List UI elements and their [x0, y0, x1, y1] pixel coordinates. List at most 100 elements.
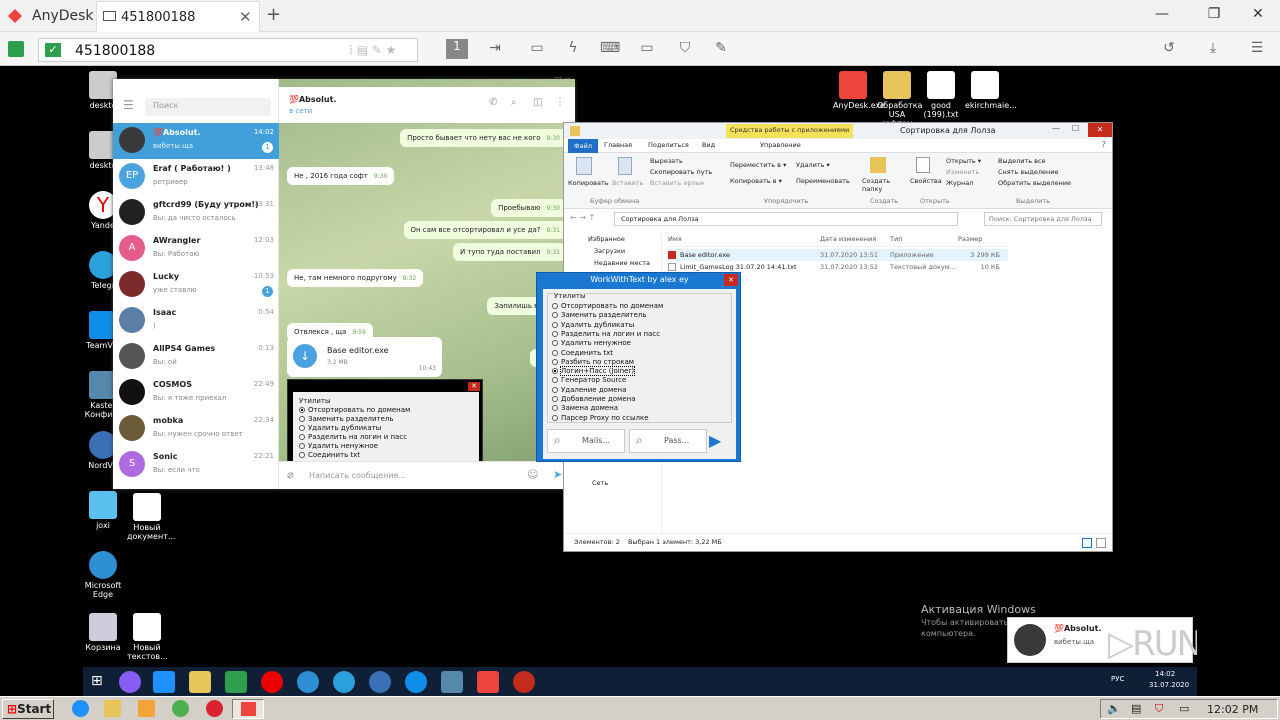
pass-button[interactable]: ⌕ Pass... — [629, 429, 707, 453]
search-icon[interactable]: ⌕ — [511, 97, 517, 108]
chat-list-item[interactable]: Lucky уже ставлю 10:53 1 — [113, 267, 279, 303]
search-input[interactable]: Поиск — [145, 98, 271, 116]
chat-icon[interactable]: ▭ — [528, 40, 546, 58]
media-icon[interactable] — [138, 700, 155, 717]
opera-icon[interactable] — [206, 700, 223, 717]
host-clock[interactable]: 12:02 PM — [1207, 703, 1258, 716]
paste-button[interactable]: Вставить — [612, 179, 643, 187]
close-button[interactable]: ✕ — [1088, 123, 1112, 137]
details-view-icon[interactable] — [1082, 538, 1092, 548]
minimize-button[interactable]: — — [1052, 124, 1060, 133]
minimize-button[interactable]: — — [1152, 6, 1172, 22]
utility-option[interactable]: Удалить ненужное — [552, 339, 631, 347]
message-input[interactable]: Написать сообщение... — [309, 471, 406, 480]
tab-home[interactable]: Главная — [604, 141, 632, 149]
utility-option[interactable]: Удалить дубликаты — [552, 321, 634, 329]
shield-icon[interactable]: ⛉ — [676, 40, 694, 58]
desktop-icon[interactable]: Новый текстов... — [127, 613, 168, 661]
download-icon[interactable]: ⤓ — [1204, 40, 1222, 58]
copy-to-button[interactable]: Копировать в ▾ — [730, 177, 782, 185]
col-type[interactable]: Тип — [890, 235, 902, 243]
tab-manage[interactable]: Управление — [760, 141, 801, 149]
speaker-icon[interactable]: 🔈 — [1107, 702, 1121, 715]
image-preview[interactable]: ✕ Утилиты Отсортировать по доменам Замени… — [287, 379, 483, 464]
clock-time[interactable]: 14:02 — [1155, 670, 1175, 678]
tab-file[interactable]: Файл — [568, 139, 598, 153]
pen-icon[interactable]: ✎ — [712, 40, 730, 58]
desktop-icon[interactable]: Microsoft Edge — [83, 551, 123, 599]
anydesk-icon[interactable] — [477, 671, 499, 693]
chat-list-item[interactable]: EP Eraf ( Работаю! ) ретривер 13:48 — [113, 159, 279, 195]
utility-option[interactable]: Разделить на логин и пасс — [552, 330, 660, 338]
rename-button[interactable]: Переименовать — [796, 177, 850, 185]
windows-start-icon[interactable]: ⊞ — [91, 673, 103, 689]
monitor-icon[interactable]: ▭ — [1179, 702, 1189, 715]
copy-path-button[interactable]: Скопировать путь — [650, 168, 712, 176]
move-to-button[interactable]: Переместить в ▾ — [730, 161, 786, 169]
utility-option[interactable]: Удаление домена — [552, 386, 626, 394]
file-message[interactable]: ↓ Base editor.exe 3.2 MB 10:43 — [287, 337, 442, 377]
close-button[interactable]: ✕ — [724, 274, 738, 286]
utility-option[interactable]: Логин+Пасс (Joiner) — [552, 366, 636, 377]
outgoing-message[interactable]: Просто бывает что нету вас не кого 9:30 — [400, 129, 567, 147]
chat-list-item[interactable]: Isaac) 0:54 — [113, 303, 279, 339]
utility-option[interactable]: Замена домена — [552, 404, 618, 412]
chat-list-item[interactable]: gftcrd99 (Буду утром!) Вы: да чисто остал… — [113, 195, 279, 231]
tab-remote-session[interactable]: 451800188 ✕ — [96, 1, 260, 32]
address-bar[interactable]: Сортировка для Лолза — [614, 212, 958, 226]
utility-option[interactable]: Заменить разделитель — [552, 311, 647, 319]
desktop-icon[interactable]: Обработка USA софтом — [877, 71, 922, 128]
edit-button[interactable]: Изменить — [946, 168, 979, 176]
download-icon[interactable]: ↓ — [293, 344, 317, 368]
telegram-notification[interactable]: 💯Absolut. вибеты.ща ▷RUN — [1007, 617, 1197, 664]
col-size[interactable]: Размер — [958, 235, 982, 243]
mails-button[interactable]: ⌕ Mails... — [547, 429, 625, 453]
actions-lightning-icon[interactable]: ϟ — [564, 40, 582, 58]
properties-button[interactable]: Свойства — [910, 177, 942, 185]
clock-date[interactable]: 31.07.2020 — [1149, 681, 1189, 689]
chat-list-item[interactable]: mobka Вы: нужен срочно ответ 22:34 — [113, 411, 279, 447]
outgoing-message[interactable]: Он сам все отсортировал и усе да? 9:31 — [403, 221, 567, 239]
keyboard-icon[interactable]: ⌨ — [600, 40, 620, 58]
select-all-button[interactable]: Выделить все — [998, 157, 1046, 165]
help-icon[interactable]: ? — [1102, 140, 1106, 149]
network-icon[interactable]: ▤ — [1131, 702, 1141, 715]
address-bar[interactable]: ✓ 451800188 ⁞ ▤ ✎ ★ — [38, 38, 418, 62]
shield-icon[interactable]: ⛉ — [1155, 702, 1163, 716]
edge-icon[interactable] — [297, 671, 319, 693]
phone-icon[interactable]: ✆ — [489, 97, 497, 108]
new-tab-button[interactable]: + — [266, 4, 281, 25]
desktop-icon[interactable]: ekirchmaie... — [965, 71, 1017, 110]
col-date[interactable]: Дата изменения — [820, 235, 876, 243]
ie-icon[interactable] — [153, 671, 175, 693]
explorer-icon[interactable] — [104, 700, 121, 717]
invert-selection-button[interactable]: Обратить выделение — [998, 179, 1071, 187]
teamviewer-icon[interactable] — [405, 671, 427, 693]
chrome-icon[interactable] — [172, 700, 189, 717]
cut-button[interactable]: Вырезать — [650, 157, 683, 165]
nav-arrows[interactable]: ← → ↑ — [570, 213, 595, 222]
explorer-icon[interactable] — [189, 671, 211, 693]
desktop-icon[interactable]: AnyDesk.exe — [833, 71, 885, 110]
chat-list-item[interactable]: 💯Absolut. вибеты.ща 14:02 1 — [113, 123, 279, 159]
history-button[interactable]: Журнал — [946, 179, 973, 187]
open-button[interactable]: Открыть ▾ — [946, 157, 981, 165]
nav-downloads[interactable]: Загрузки — [594, 247, 625, 255]
outgoing-message[interactable]: И тупо туда поставил 9:31 — [452, 243, 567, 261]
paste-shortcut-button[interactable]: Вставить ярлык — [650, 179, 705, 187]
tab-view[interactable]: Вид — [702, 141, 715, 149]
maximize-button[interactable]: ❐ — [1204, 6, 1224, 22]
outgoing-message[interactable]: Проебываю 9:30 — [491, 199, 567, 217]
desktop-icon[interactable]: Новый документ... — [127, 493, 175, 541]
sidebar-toggle-icon[interactable]: ◫ — [533, 97, 542, 108]
start-button[interactable]: ⊞Start — [2, 699, 54, 719]
alice-icon[interactable] — [119, 671, 141, 693]
chat-list-item[interactable]: S Sonic Вы: если что 22:21 — [113, 447, 279, 483]
utility-option[interactable]: Разбить по строкам — [552, 358, 634, 366]
desktop-icon[interactable]: joxi — [83, 491, 123, 530]
tiles-view-icon[interactable] — [1096, 538, 1106, 548]
chat-list-item[interactable]: A AWrangler Вы: Работаю 12:03 — [113, 231, 279, 267]
send-icon[interactable]: ➤ — [553, 468, 562, 481]
file-row[interactable]: Base editor.exe 31.07.2020 13:51 Приложени… — [668, 249, 1008, 261]
menu-icon[interactable]: ☰ — [1248, 40, 1266, 58]
